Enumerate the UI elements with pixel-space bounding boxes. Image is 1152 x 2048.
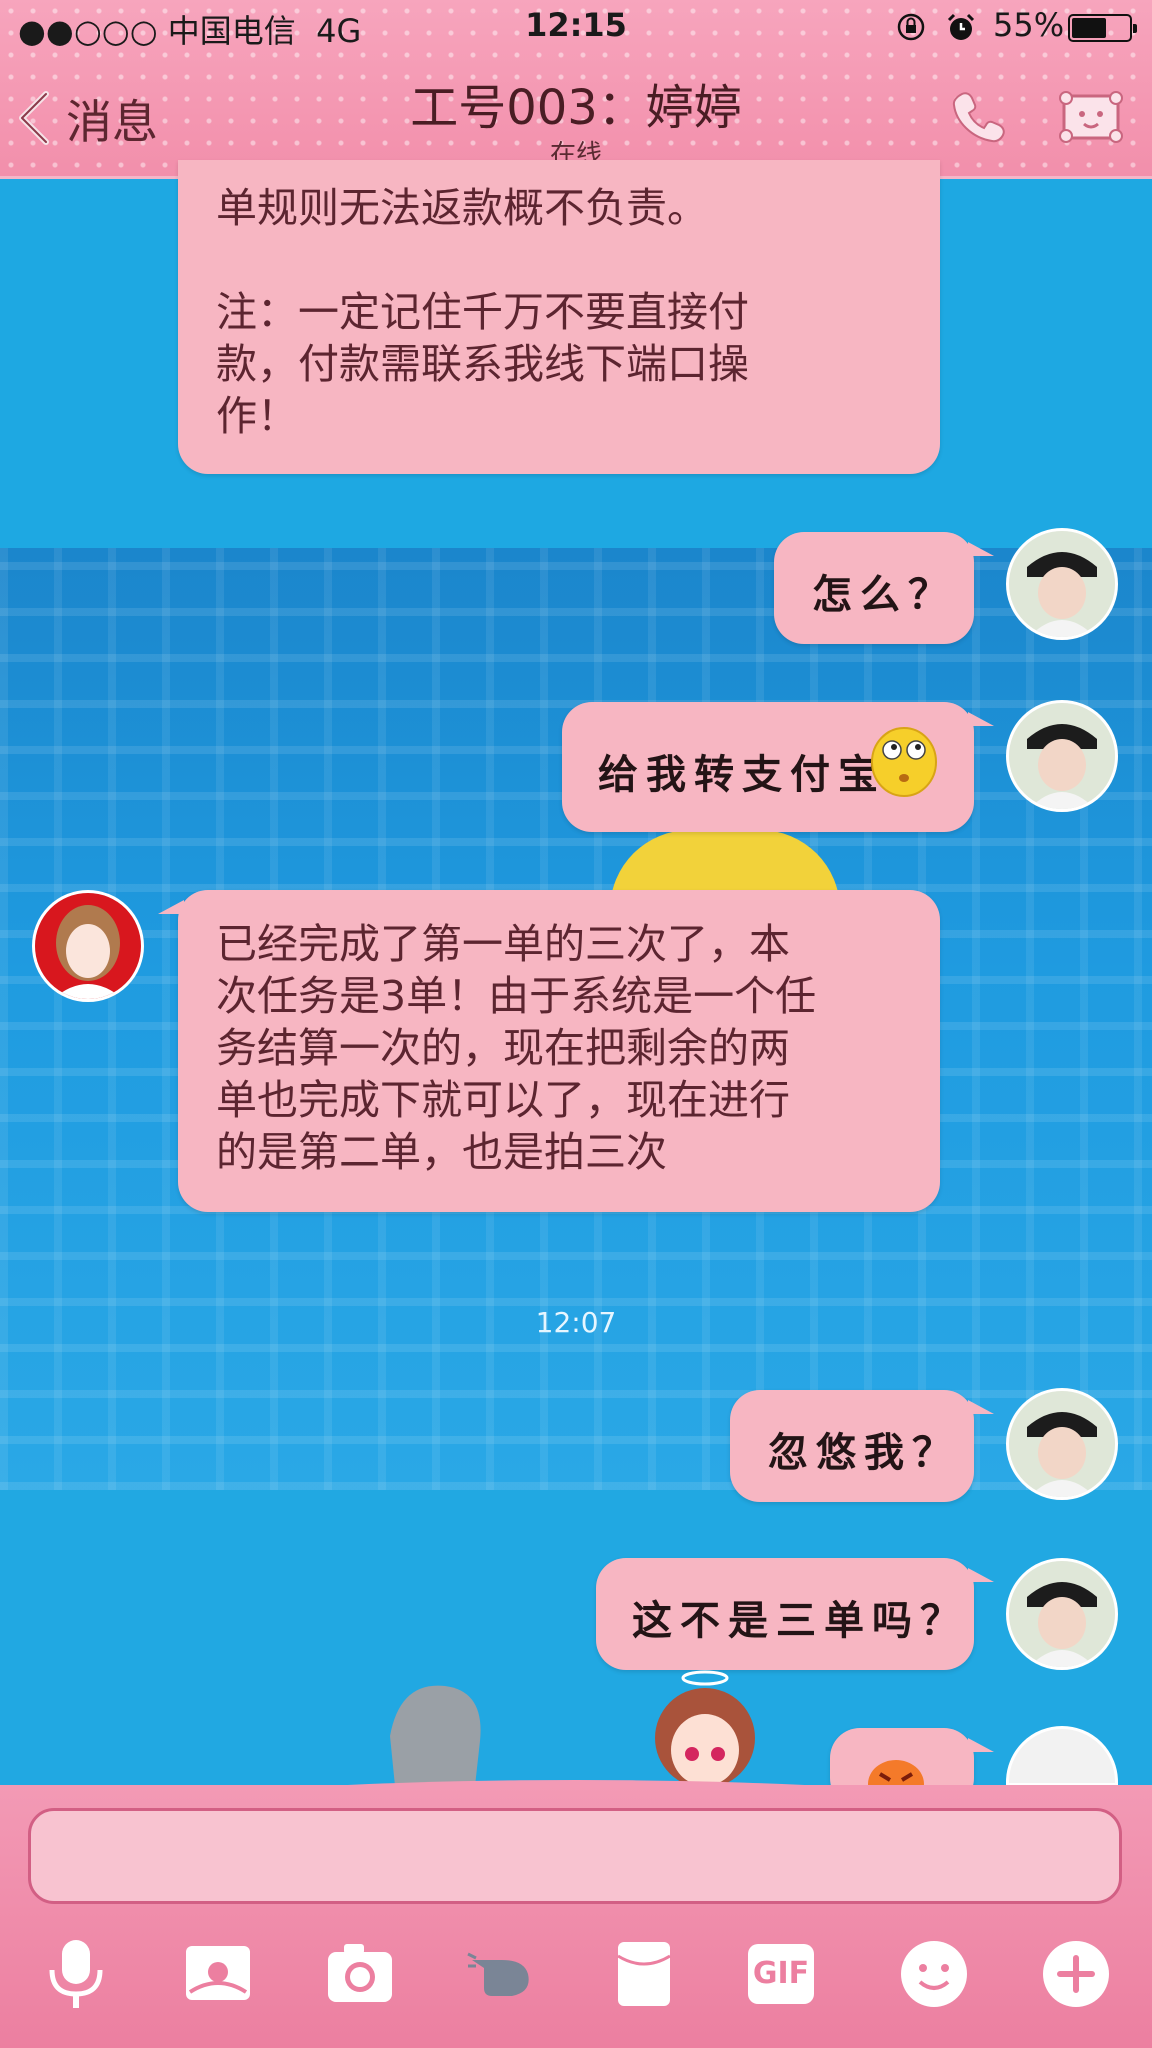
- gif-icon[interactable]: GIF: [748, 1944, 814, 2004]
- battery-icon: [1068, 14, 1137, 42]
- message-bubble-received[interactable]: 单规则无法返款概不负责。 注：一定记住千万不要直接付 款，付款需联系我线下端口操…: [178, 160, 940, 474]
- emoji-sticker-icon: [871, 727, 937, 797]
- avatar[interactable]: [1006, 1388, 1118, 1500]
- message-bubble-received[interactable]: 已经完成了第一单的三次了，本 次任务是3单！由于系统是一个任 务结算一次的，现在…: [158, 890, 940, 1212]
- plus-icon[interactable]: [1038, 1936, 1114, 2012]
- message-timestamp: 12:07: [535, 1306, 617, 1339]
- message-bubble-sent[interactable]: 忽悠我？: [730, 1390, 994, 1502]
- message-bubble-sent[interactable]: 给我转支付宝: [562, 702, 994, 832]
- user-avatar-icon: [1009, 1561, 1115, 1667]
- alarm-icon: [947, 13, 975, 40]
- gif-label: GIF: [752, 1956, 810, 1991]
- battery-percentage: 55%: [993, 6, 1065, 44]
- microphone-icon[interactable]: [38, 1936, 114, 2012]
- emoji-icon[interactable]: [896, 1936, 972, 2012]
- message-text: 已经完成了第一单的三次了，本 次任务是3单！由于系统是一个任 务结算一次的，现在…: [216, 920, 817, 1176]
- message-text: 忽悠我？: [768, 1430, 960, 1476]
- user-avatar-icon: [1009, 1391, 1115, 1497]
- message-bubble-sent[interactable]: 这不是三单吗？: [596, 1558, 994, 1670]
- message-text: 怎么？: [812, 572, 956, 618]
- user-avatar-icon: [1009, 531, 1115, 637]
- message-text: 这不是三单吗？: [632, 1598, 968, 1644]
- avatar[interactable]: [1006, 1558, 1118, 1670]
- message-text: 单规则无法返款概不负责。 注：一定记住千万不要直接付 款，付款需联系我线下端口操…: [216, 184, 749, 440]
- image-icon[interactable]: [180, 1936, 256, 2012]
- status-time: 12:15: [525, 6, 627, 44]
- phone-icon[interactable]: [950, 88, 1006, 144]
- angel-girl-decoration-icon: [655, 1670, 755, 1788]
- contact-avatar-icon: [35, 893, 141, 999]
- camera-icon[interactable]: [322, 1936, 398, 2012]
- avatar[interactable]: [32, 890, 144, 1002]
- message-text: 给我转支付宝: [598, 752, 886, 798]
- user-avatar-icon: [1009, 703, 1115, 809]
- poke-icon[interactable]: [464, 1936, 540, 2012]
- message-bubble-sent[interactable]: 怎么？: [774, 532, 994, 644]
- profile-card-icon[interactable]: [1058, 88, 1124, 146]
- avatar[interactable]: [1006, 528, 1118, 640]
- message-input[interactable]: [28, 1808, 1122, 1904]
- avatar[interactable]: [1006, 700, 1118, 812]
- red-packet-icon[interactable]: [606, 1936, 682, 2012]
- gray-character-decoration-icon: [390, 1685, 481, 1786]
- rotation-lock-icon: [897, 13, 925, 41]
